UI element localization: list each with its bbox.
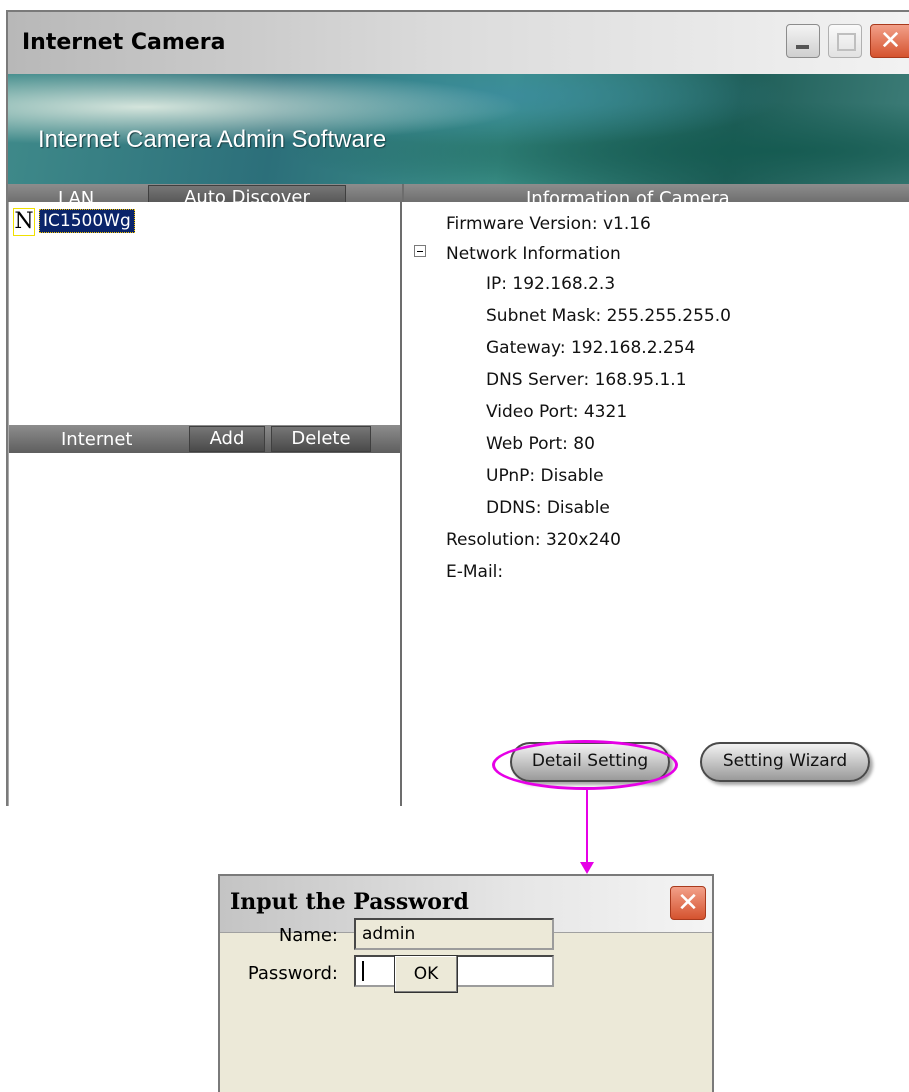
web-port-value: Web Port: 80 — [486, 434, 595, 454]
dns-value: DNS Server: 168.95.1.1 — [486, 370, 687, 390]
delete-button[interactable]: Delete — [271, 426, 371, 452]
tab-internet[interactable]: Internet — [61, 429, 132, 450]
ddns-value: DDNS: Disable — [486, 498, 610, 518]
collapse-icon[interactable] — [414, 245, 426, 257]
dialog-title: Input the Password — [230, 889, 469, 915]
close-icon: ✕ — [677, 888, 699, 918]
add-button[interactable]: Add — [189, 426, 265, 452]
camera-list-panel: N IC1500Wg Internet Add Delete — [8, 202, 402, 806]
network-info-header: Network Information — [446, 244, 621, 264]
resolution-value: Resolution: 320x240 — [446, 530, 621, 550]
subnet-value: Subnet Mask: 255.255.255.0 — [486, 306, 731, 326]
password-label: Password: — [247, 963, 338, 984]
internet-bar: Internet Add Delete — [9, 425, 400, 453]
ip-value: IP: 192.168.2.3 — [486, 274, 616, 294]
close-button[interactable]: ✕ — [870, 24, 909, 58]
upnp-value: UPnP: Disable — [486, 466, 604, 486]
camera-label[interactable]: IC1500Wg — [39, 209, 135, 233]
highlight-ellipse — [492, 740, 678, 790]
close-icon: ✕ — [879, 26, 902, 56]
arrow-line — [586, 790, 588, 866]
arrow-down-icon — [580, 862, 594, 874]
video-port-value: Video Port: 4321 — [486, 402, 628, 422]
network-camera-icon: N — [13, 208, 35, 236]
title-bar: Internet Camera ✕ — [8, 12, 909, 75]
window-title: Internet Camera — [22, 30, 226, 55]
name-label: Name: — [278, 925, 338, 946]
ok-button[interactable]: OK — [394, 955, 458, 993]
setting-wizard-button[interactable]: Setting Wizard — [700, 742, 870, 782]
email-value: E-Mail: — [446, 562, 504, 582]
gateway-value: Gateway: 192.168.2.254 — [486, 338, 696, 358]
camera-info-panel: Firmware Version: v1.16 Network Informat… — [402, 202, 909, 806]
firmware-version: Firmware Version: v1.16 — [446, 214, 651, 234]
name-field[interactable]: admin — [354, 918, 554, 950]
dialog-close-button[interactable]: ✕ — [670, 886, 706, 920]
maximize-button[interactable] — [828, 24, 862, 58]
banner-title: Internet Camera Admin Software — [38, 126, 387, 153]
main-window: Internet Camera ✕ Internet Camera Admin … — [6, 10, 909, 806]
banner: Internet Camera Admin Software — [8, 74, 909, 184]
minimize-button[interactable] — [786, 24, 820, 58]
